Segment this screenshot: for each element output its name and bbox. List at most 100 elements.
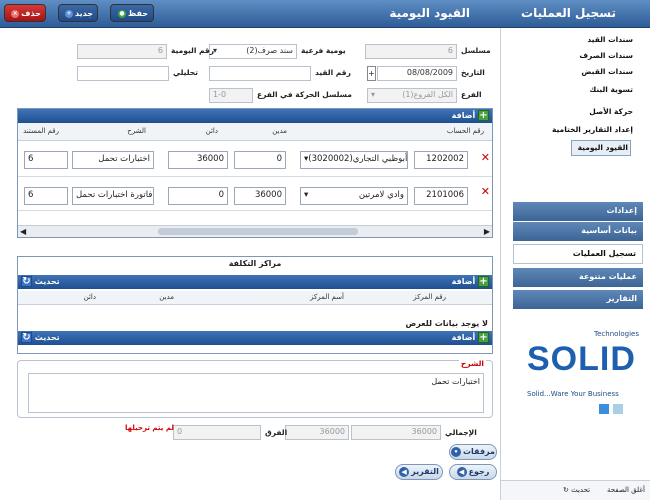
credit-cell[interactable]: 36000 bbox=[168, 151, 228, 169]
refresh-page-button[interactable]: ↻ تحديث bbox=[563, 486, 590, 494]
nav-reports[interactable]: التقارير bbox=[513, 290, 643, 310]
sidebar: سندات القيد سندات الصرف سندات القبض تسوي… bbox=[500, 28, 650, 500]
not-posted-label: لم يتم ترحيلها bbox=[125, 424, 174, 432]
total-debit-field: 36000 bbox=[351, 425, 441, 440]
total-credit-field: 36000 bbox=[285, 425, 349, 440]
credit-cell[interactable]: 0 bbox=[168, 187, 228, 205]
movement-serial-field[interactable]: 1-0 bbox=[209, 88, 253, 103]
cost-centers-toolbar: أضافة + ↻ تحديث bbox=[18, 275, 492, 289]
total-label: الإجمالي bbox=[445, 428, 477, 437]
sidebar-item-payment-vouchers[interactable]: سندات الصرف bbox=[515, 50, 633, 62]
serial-field[interactable]: 6 bbox=[365, 44, 457, 59]
sub-journal-select[interactable]: ▾ (2)سند صرف bbox=[209, 44, 297, 59]
diff-field: 0 bbox=[173, 425, 261, 440]
branch-select[interactable]: ▾ (1)الكل الفروع bbox=[367, 88, 457, 103]
add-cost-center-button-bottom[interactable]: أضافة + bbox=[452, 331, 489, 345]
scroll-right-icon[interactable]: ▶ bbox=[484, 227, 490, 236]
doc-cell[interactable]: 6 bbox=[24, 151, 68, 169]
journal-no-field[interactable]: 6 bbox=[77, 44, 167, 59]
lines-header: رقم الحساب مدين دائن الشرح رقم المستند bbox=[18, 123, 492, 141]
report-button[interactable]: ◀ التقرير bbox=[395, 464, 443, 480]
sub-journal-label: يومية فرعية bbox=[301, 46, 346, 55]
notes-label: الشرح bbox=[458, 359, 486, 368]
cost-centers-header: رقم المركز أسم المركز مدين دائن bbox=[18, 291, 492, 305]
debit-cell[interactable]: 0 bbox=[234, 151, 286, 169]
chevron-down-icon: ▾ bbox=[371, 90, 376, 99]
table-row[interactable]: ✕ 2101006 ▾ وادي لامرتين 36000 0 فاتورة ا… bbox=[18, 177, 492, 211]
refresh-cost-centers-button-bottom[interactable]: ↻ تحديث bbox=[21, 331, 60, 345]
attachments-button[interactable]: • مرفقات bbox=[449, 444, 497, 460]
add-cost-center-button[interactable]: أضافة + bbox=[452, 275, 489, 289]
close-page-button[interactable]: أغلق الصفحة bbox=[607, 486, 645, 494]
analytic-label: تحليلي bbox=[173, 68, 198, 77]
save-icon: ● bbox=[117, 9, 126, 18]
sidebar-footer: ↻ تحديث أغلق الصفحة bbox=[501, 480, 650, 500]
logo-square-icon bbox=[613, 404, 623, 414]
app-title: تسجيل العمليات bbox=[521, 6, 616, 20]
debit-cell[interactable]: 36000 bbox=[234, 187, 286, 205]
sidebar-item-closing-reports[interactable]: إعداد التقارير الختامية bbox=[515, 124, 633, 136]
account-cell[interactable]: 2101006 bbox=[414, 187, 468, 205]
date-field[interactable]: 08/08/2009 bbox=[377, 66, 457, 81]
lines-grid: أضافة + رقم الحساب مدين دائن الشرح رقم ا… bbox=[17, 108, 493, 238]
cost-centers-panel: مراكز التكلفة أضافة + ↻ تحديث رقم المركز… bbox=[17, 256, 493, 354]
empty-state-text: لا يوجد بيانات للعرض bbox=[405, 319, 488, 328]
new-button[interactable]: + جديد bbox=[58, 4, 98, 22]
col-credit: دائن bbox=[205, 127, 218, 135]
logo-square-icon bbox=[599, 404, 609, 414]
nav-master-data[interactable]: بيانات أساسية bbox=[513, 222, 643, 242]
lines-toolbar: أضافة + bbox=[18, 109, 492, 123]
serial-label: مسلسل bbox=[461, 46, 491, 55]
delete-button[interactable]: × حذف bbox=[4, 4, 46, 22]
delete-row-icon[interactable]: ✕ bbox=[481, 151, 490, 164]
cost-centers-title: مراكز التكلفة bbox=[228, 259, 282, 268]
back-button[interactable]: ◀ رجوع bbox=[449, 464, 497, 480]
col-doc: رقم المستند bbox=[23, 127, 59, 135]
account-cell[interactable]: 1202002 bbox=[414, 151, 468, 169]
date-picker-button[interactable]: + bbox=[367, 66, 376, 81]
sidebar-item-bank-reconciliation[interactable]: تسوية البنك bbox=[515, 84, 633, 96]
top-bar: تسجيل العمليات القيود اليومية ● حفظ + جديد… bbox=[0, 0, 650, 28]
account-name-select[interactable]: ▾بنك أبوظبي التجاري(3020002) bbox=[300, 151, 408, 169]
doc-cell[interactable]: 6 bbox=[24, 187, 68, 205]
cost-centers-footer: أضافة + ↻ تحديث bbox=[18, 331, 492, 345]
sidebar-item-asset-movement[interactable]: حركة الأصل bbox=[515, 106, 633, 118]
journal-no-label: رقم اليومية bbox=[171, 46, 215, 55]
desc-cell[interactable]: فاتورة اختبارات تحمل bbox=[72, 187, 154, 205]
scroll-thumb[interactable] bbox=[158, 228, 358, 235]
scroll-left-icon[interactable]: ◀ bbox=[20, 227, 26, 236]
delete-icon: × bbox=[11, 9, 20, 18]
analytic-field[interactable] bbox=[77, 66, 169, 81]
sidebar-item-receipt-vouchers[interactable]: سندات القبض bbox=[515, 66, 633, 78]
lines-scrollbar[interactable]: ◀ ▶ bbox=[18, 225, 492, 237]
branch-label: الفرع bbox=[461, 90, 482, 99]
account-name-select[interactable]: ▾ وادي لامرتين bbox=[300, 187, 408, 205]
refresh-icon: ↻ bbox=[21, 332, 32, 343]
solid-logo: Technologies SOLID Solid...Ware Your Bus… bbox=[519, 328, 643, 420]
refresh-cost-centers-button[interactable]: ↻ تحديث bbox=[21, 275, 60, 289]
notes-textarea[interactable]: اختبارات تحمل bbox=[28, 373, 484, 413]
back-icon: ◀ bbox=[456, 466, 467, 477]
add-line-label: أضافة bbox=[451, 111, 476, 120]
movement-serial-label: مسلسل الحركة في الفرع bbox=[257, 90, 352, 99]
entry-no-label: رقم القيد bbox=[315, 68, 351, 77]
table-row[interactable]: ✕ 1202002 ▾بنك أبوظبي التجاري(3020002) 0… bbox=[18, 143, 492, 177]
col-center-no: رقم المركز bbox=[413, 293, 446, 301]
desc-cell[interactable]: اختبارات تحمل bbox=[72, 151, 154, 169]
delete-row-icon[interactable]: ✕ bbox=[481, 185, 490, 198]
report-icon: ◀ bbox=[399, 466, 410, 477]
save-button[interactable]: ● حفظ bbox=[110, 4, 154, 22]
plus-icon: + bbox=[478, 276, 489, 287]
nav-settings[interactable]: إعدادات bbox=[513, 202, 643, 222]
attachment-icon: • bbox=[451, 446, 462, 457]
col-center-credit: دائن bbox=[83, 293, 96, 301]
main-panel: مسلسل 6 يومية فرعية ▾ (2)سند صرف رقم اليو… bbox=[3, 30, 499, 500]
add-line-button[interactable]: + bbox=[478, 110, 489, 121]
nav-misc-operations[interactable]: عمليات متنوعة bbox=[513, 268, 643, 288]
entry-no-field[interactable] bbox=[209, 66, 311, 81]
nav-transactions[interactable]: تسجيل العمليات bbox=[513, 244, 643, 264]
sidebar-item-daily-entries[interactable]: القيود اليومية bbox=[571, 140, 631, 156]
col-account: رقم الحساب bbox=[446, 127, 484, 135]
sidebar-item-journal-vouchers[interactable]: سندات القيد bbox=[515, 34, 633, 46]
plus-icon: + bbox=[478, 332, 489, 343]
